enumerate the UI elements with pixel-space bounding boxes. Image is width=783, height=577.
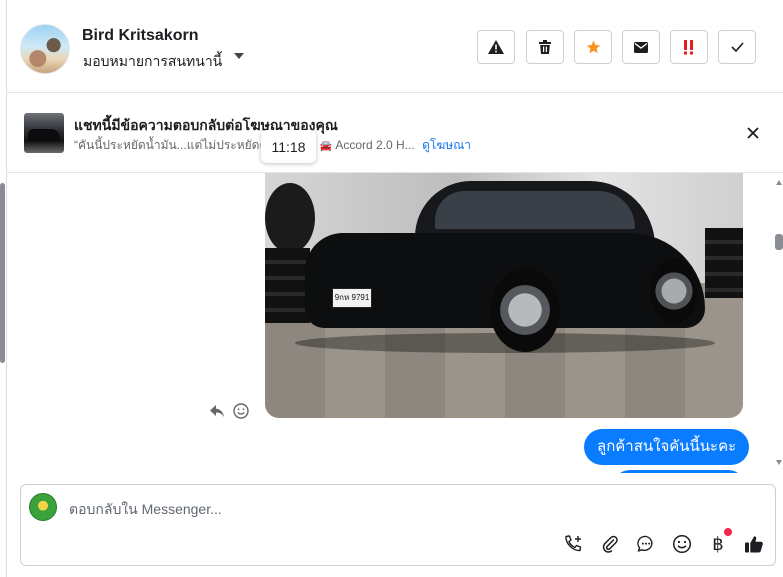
- warning-icon: [488, 40, 504, 54]
- paperclip-icon: [602, 535, 618, 553]
- reply-icon[interactable]: [210, 405, 224, 417]
- outgoing-message-bubble[interactable]: ลูกค้าสนใจคันนี้นะคะ: [584, 429, 750, 465]
- view-ad-link[interactable]: ดูโฆษณา: [422, 138, 471, 152]
- message-actions: [210, 403, 255, 421]
- phone-plus-icon: [565, 535, 582, 552]
- delete-button[interactable]: [526, 30, 564, 64]
- thread-scrollbar-thumb[interactable]: [775, 234, 783, 250]
- checkmark-icon: [730, 42, 744, 52]
- thread-scrollbar[interactable]: [773, 180, 783, 465]
- mark-unread-button[interactable]: [622, 30, 660, 64]
- scroll-down-arrow-icon[interactable]: [776, 460, 782, 465]
- timestamp-tooltip: 11:18: [261, 130, 316, 163]
- like-button[interactable]: [742, 532, 766, 556]
- car-icon: 🚘: [319, 141, 333, 152]
- important-button[interactable]: [670, 30, 708, 64]
- star-button[interactable]: [574, 30, 612, 64]
- message-thread[interactable]: 9กห 9791 ลูกค้าสนใจคันนี้นะคะ: [7, 173, 783, 473]
- contact-avatar[interactable]: [20, 24, 70, 74]
- attach-button[interactable]: [598, 532, 622, 556]
- page-avatar: [29, 493, 57, 521]
- contact-name[interactable]: Bird Kritsakorn: [82, 27, 198, 45]
- emoji-icon: [672, 534, 692, 554]
- reply-input[interactable]: [69, 499, 669, 519]
- exclamation-icon: [684, 40, 693, 55]
- saved-replies-button[interactable]: [634, 532, 658, 556]
- envelope-icon: [634, 41, 648, 53]
- left-scrollbar-thumb[interactable]: [0, 183, 5, 363]
- assign-conversation-label[interactable]: มอบหมายการสนทนานี้: [83, 51, 222, 73]
- chevron-down-icon[interactable]: [234, 53, 244, 59]
- close-icon: [747, 127, 759, 139]
- report-spam-button[interactable]: [477, 30, 515, 64]
- left-scrollbar[interactable]: [0, 173, 6, 473]
- thumbs-up-icon: [745, 536, 763, 553]
- notification-dot: [724, 528, 732, 536]
- emoji-button[interactable]: [670, 532, 694, 556]
- car-photo-message[interactable]: 9กห 9791: [265, 173, 743, 418]
- emoji-react-icon[interactable]: [233, 403, 249, 419]
- chat-bubble-icon: [637, 535, 653, 552]
- conversation-header: Bird Kritsakorn มอบหมายการสนทนานี้: [7, 0, 783, 93]
- ad-quote: “คันนี้ประหยัดน้ำมัน...แต่ไม่ประหยัดคว: [74, 138, 275, 152]
- trash-icon: [539, 40, 551, 54]
- scroll-up-arrow-icon[interactable]: [776, 180, 782, 185]
- reply-composer: ฿: [20, 484, 776, 566]
- star-icon: [586, 40, 600, 53]
- ad-thumbnail[interactable]: [24, 113, 64, 153]
- outgoing-message-bubble-partial[interactable]: [612, 470, 746, 473]
- license-plate: 9กห 9791: [332, 288, 372, 308]
- mark-done-button[interactable]: [718, 30, 756, 64]
- ad-name: Accord 2.0 H...: [335, 138, 415, 152]
- call-button[interactable]: [561, 532, 585, 556]
- ad-reply-banner: แชทนี้มีข้อความตอบกลับต่อโฆษณาของคุณ “คั…: [7, 93, 783, 173]
- close-banner-button[interactable]: [743, 123, 763, 143]
